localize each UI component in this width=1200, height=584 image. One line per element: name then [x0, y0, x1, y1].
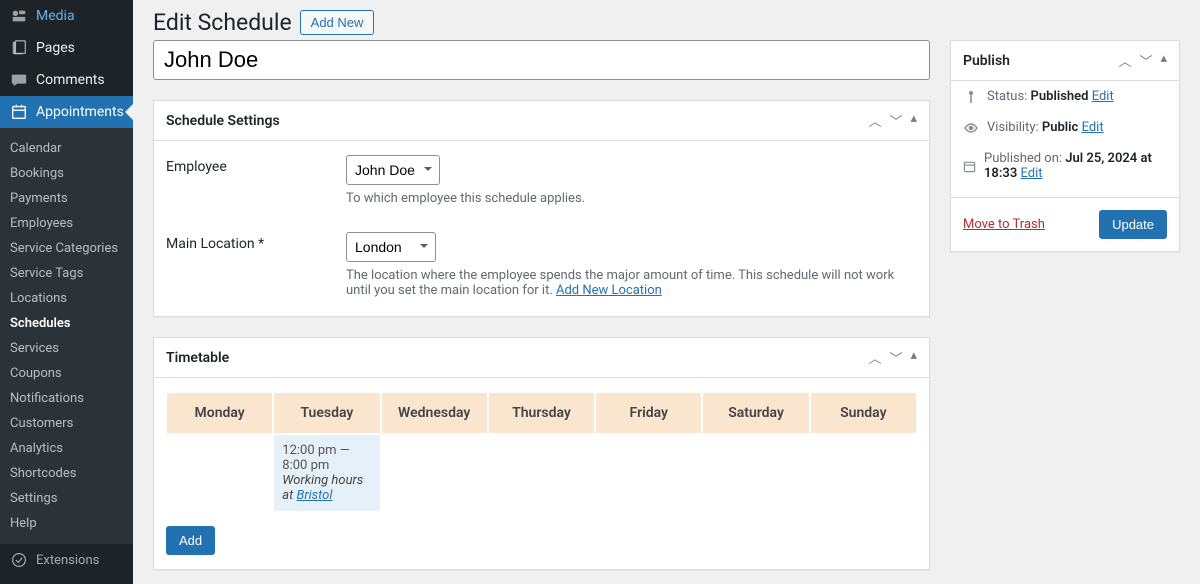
page-title: Edit Schedule: [153, 9, 292, 36]
day-header: Sunday: [810, 392, 917, 434]
timetable-cell[interactable]: [381, 434, 488, 512]
pin-icon: [963, 90, 979, 104]
admin-sidebar: Media Pages Comments Appointments Calend…: [0, 0, 133, 584]
sidebar-sub-calendar[interactable]: Calendar: [0, 136, 133, 161]
employee-select[interactable]: John Doe: [346, 155, 440, 185]
move-up-icon[interactable]: ︿: [1118, 51, 1131, 70]
move-to-trash-link[interactable]: Move to Trash: [963, 217, 1045, 232]
publish-actions: Move to Trash Update: [951, 197, 1179, 251]
sidebar-sub-notifications[interactable]: Notifications: [0, 386, 133, 411]
timetable-cell[interactable]: [595, 434, 702, 512]
edit-date-link[interactable]: Edit: [1020, 166, 1042, 181]
sidebar-submenu: Calendar Bookings Payments Employees Ser…: [0, 128, 133, 544]
edit-visibility-link[interactable]: Edit: [1082, 120, 1104, 135]
page-icon: [10, 39, 28, 57]
add-location-link[interactable]: Add New Location: [556, 283, 662, 298]
schedule-title-input[interactable]: [153, 40, 930, 80]
timetable-cell[interactable]: [810, 434, 917, 512]
move-up-icon[interactable]: ︿: [868, 348, 881, 367]
calendar-icon: [10, 103, 28, 121]
sidebar-sub-locations[interactable]: Locations: [0, 286, 133, 311]
timetable-cell[interactable]: 12:00 pm — 8:00 pm Working hours at Bris…: [273, 434, 380, 512]
sidebar-label: Media: [36, 8, 75, 24]
sidebar-label: Appointments: [36, 104, 124, 120]
sidebar-item-extensions[interactable]: Extensions: [0, 544, 133, 576]
day-header: Saturday: [702, 392, 809, 434]
page-header: Edit Schedule Add New: [153, 0, 1180, 40]
publish-visibility-row: Visibility: Public Edit: [951, 112, 1179, 143]
sidebar-sub-services[interactable]: Services: [0, 336, 133, 361]
eye-icon: [963, 123, 979, 133]
add-new-button[interactable]: Add New: [300, 10, 375, 35]
sidebar-item-appearance[interactable]: Appearance: [0, 576, 133, 584]
sidebar-sub-schedules[interactable]: Schedules: [0, 311, 133, 336]
postbox-title: Timetable: [166, 350, 229, 366]
move-down-icon[interactable]: ﹀: [1139, 51, 1152, 70]
day-header: Thursday: [488, 392, 595, 434]
location-select[interactable]: London: [346, 232, 436, 262]
sidebar-sub-service-tags[interactable]: Service Tags: [0, 261, 133, 286]
postbox-actions: ︿ ﹀ ▴: [868, 111, 917, 130]
extensions-icon: [10, 551, 28, 569]
toggle-icon[interactable]: ▴: [910, 111, 917, 130]
day-header: Wednesday: [381, 392, 488, 434]
sidebar-item-appointments[interactable]: Appointments: [0, 96, 133, 128]
sidebar-sub-coupons[interactable]: Coupons: [0, 361, 133, 386]
slot-title: Working hours at Bristol: [282, 473, 371, 503]
slot-time: 12:00 pm — 8:00 pm: [282, 443, 371, 473]
edit-status-link[interactable]: Edit: [1092, 89, 1114, 104]
sidebar-item-media[interactable]: Media: [0, 0, 133, 32]
sidebar-item-comments[interactable]: Comments: [0, 64, 133, 96]
slot-location-link[interactable]: Bristol: [296, 488, 332, 503]
sidebar-sub-payments[interactable]: Payments: [0, 186, 133, 211]
sidebar-sub-shortcodes[interactable]: Shortcodes: [0, 461, 133, 486]
sidebar-label: Comments: [36, 72, 105, 88]
location-desc: The location where the employee spends t…: [346, 268, 917, 298]
postbox-actions: ︿ ﹀ ▴: [868, 348, 917, 367]
timetable-cell[interactable]: [702, 434, 809, 512]
day-header: Tuesday: [273, 392, 380, 434]
main-content: Edit Schedule Add New Schedule Settings …: [133, 0, 1200, 584]
sidebar-sub-settings[interactable]: Settings: [0, 486, 133, 511]
publish-box: Publish ︿ ﹀ ▴ Status: Published: [950, 40, 1180, 252]
update-button[interactable]: Update: [1099, 210, 1167, 239]
sidebar-sub-analytics[interactable]: Analytics: [0, 436, 133, 461]
calendar-small-icon: [963, 160, 976, 173]
day-header: Monday: [166, 392, 273, 434]
move-down-icon[interactable]: ﹀: [889, 348, 902, 367]
sidebar-label: Pages: [36, 40, 75, 56]
sidebar-sub-service-categories[interactable]: Service Categories: [0, 236, 133, 261]
postbox-title: Schedule Settings: [166, 113, 280, 129]
postbox-header: Schedule Settings ︿ ﹀ ▴: [154, 101, 929, 141]
toggle-icon[interactable]: ▴: [910, 348, 917, 367]
postbox-actions: ︿ ﹀ ▴: [1118, 51, 1167, 70]
timetable-box: Timetable ︿ ﹀ ▴ Monday Tuesday Wednesday…: [153, 337, 930, 570]
postbox-header: Publish ︿ ﹀ ▴: [951, 41, 1179, 81]
sidebar-sub-customers[interactable]: Customers: [0, 411, 133, 436]
comment-icon: [10, 71, 28, 89]
postbox-header: Timetable ︿ ﹀ ▴: [154, 338, 929, 378]
employee-label: Employee: [166, 155, 346, 206]
add-slot-button[interactable]: Add: [166, 526, 215, 555]
toggle-icon[interactable]: ▴: [1160, 51, 1167, 70]
move-up-icon[interactable]: ︿: [868, 111, 881, 130]
schedule-settings-box: Schedule Settings ︿ ﹀ ▴ Employee John: [153, 100, 930, 317]
sidebar-item-pages[interactable]: Pages: [0, 32, 133, 64]
day-header: Friday: [595, 392, 702, 434]
employee-desc: To which employee this schedule applies.: [346, 191, 917, 206]
timetable-cell[interactable]: [166, 434, 273, 512]
sidebar-sub-help[interactable]: Help: [0, 511, 133, 536]
postbox-title: Publish: [963, 53, 1010, 69]
location-label: Main Location *: [166, 232, 346, 298]
sidebar-label: Extensions: [36, 553, 99, 568]
sidebar-sub-employees[interactable]: Employees: [0, 211, 133, 236]
publish-date-row: Published on: Jul 25, 2024 at 18:33 Edit: [951, 143, 1179, 189]
timetable-cell[interactable]: [488, 434, 595, 512]
media-icon: [10, 7, 28, 25]
sidebar-sub-bookings[interactable]: Bookings: [0, 161, 133, 186]
move-down-icon[interactable]: ﹀: [889, 111, 902, 130]
publish-status-row: Status: Published Edit: [951, 81, 1179, 112]
timetable-grid: Monday Tuesday Wednesday Thursday Friday…: [166, 392, 917, 512]
